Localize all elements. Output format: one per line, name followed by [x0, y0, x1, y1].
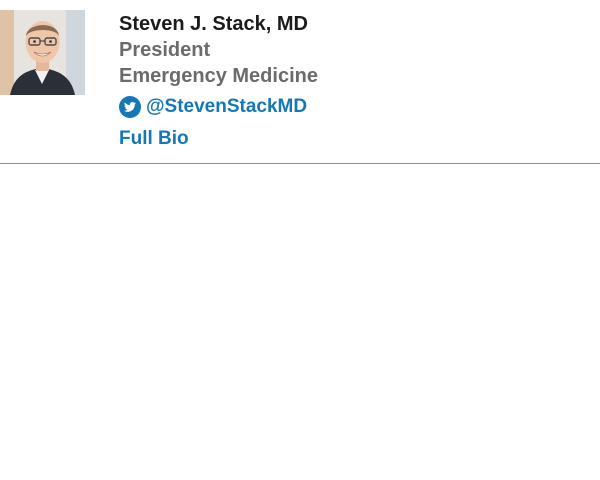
profile-name: Steven J. Stack, MD — [119, 13, 308, 35]
avatar-photo-illustration — [0, 10, 85, 95]
twitter-handle-link[interactable]: @StevenStackMD — [146, 96, 307, 118]
twitter-icon[interactable] — [119, 96, 141, 118]
profile-card: Steven J. Stack, MD President Emergency … — [0, 0, 600, 164]
full-bio-link[interactable]: Full Bio — [119, 127, 189, 151]
profile-info: Steven J. Stack, MD President Emergency … — [119, 11, 579, 151]
avatar — [0, 10, 85, 95]
twitter-row: @StevenStackMD — [119, 95, 579, 119]
profile-specialty: Emergency Medicine — [119, 65, 318, 87]
profile-title: President — [119, 39, 211, 61]
